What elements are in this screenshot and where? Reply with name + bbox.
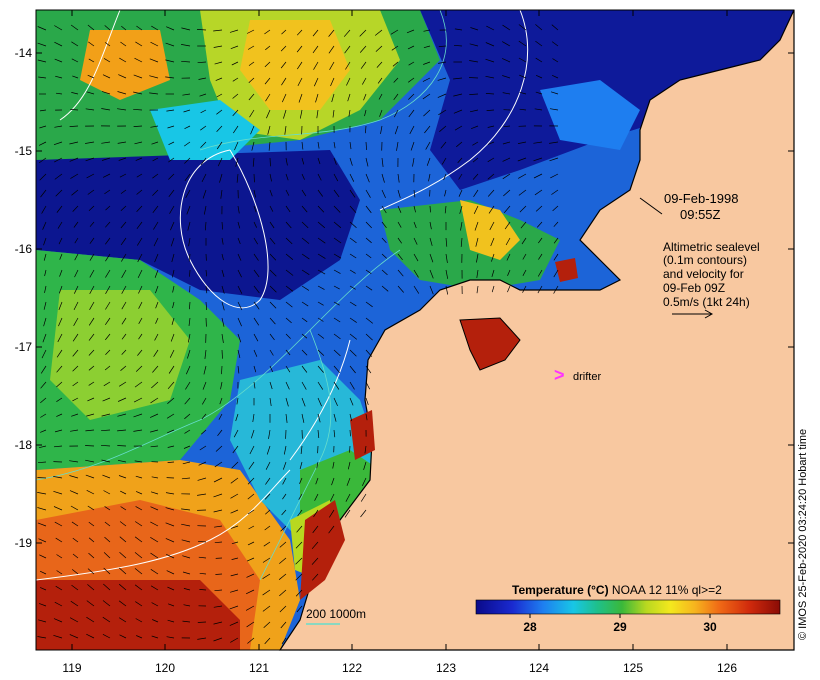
velocity-vector [85, 445, 95, 447]
legend-line: 09-Feb 09Z [663, 281, 726, 295]
lat-label: -17 [14, 340, 32, 354]
colorbar-title-source: NOAA 12 11% ql>=2 [608, 583, 722, 597]
lat-label: -16 [14, 242, 32, 256]
velocity-vector [117, 445, 127, 447]
lon-label: 119 [62, 661, 82, 675]
image-date: 09-Feb-1998 [664, 191, 739, 206]
lon-label: 122 [341, 661, 363, 675]
lon-label: 123 [435, 661, 457, 675]
credit-text: © IMOS 25-Feb-2020 03:24:20 Hobart time [797, 428, 809, 640]
velocity-vector [253, 173, 255, 183]
lat-label: -19 [14, 536, 32, 550]
lat-label: -15 [14, 144, 32, 158]
colorbar [475, 599, 781, 615]
velocity-vector [468, 77, 479, 79]
velocity-vector [349, 445, 351, 453]
image-time: 09:55Z [680, 207, 721, 222]
velocity-vector [189, 269, 191, 277]
drifter-label: drifter [573, 371, 602, 383]
lon-label: 120 [154, 661, 176, 675]
lon-label: 126 [716, 661, 738, 675]
isobath-scale-label: 200 1000m [306, 607, 367, 621]
velocity-vector [221, 365, 223, 375]
velocity-vector [269, 157, 271, 167]
lon-label: 121 [248, 661, 270, 675]
lat-label: -18 [14, 438, 32, 452]
colorbar-tick-label: 29 [613, 620, 627, 634]
velocity-vector [215, 573, 223, 575]
lon-label: 124 [528, 661, 550, 675]
legend-line: 0.5m/s (1kt 24h) [663, 295, 750, 309]
legend-line: (0.1m contours) [663, 253, 748, 267]
lat-label: -14 [14, 46, 32, 60]
velocity-vector [349, 429, 351, 437]
colorbar-title-main: Temperature (°C) [512, 583, 609, 597]
drifter-marker: > [554, 365, 565, 385]
velocity-vector [221, 349, 223, 359]
legend-line: and velocity for [663, 267, 744, 281]
colorbar-tick-label: 28 [523, 620, 537, 634]
velocity-vector [197, 621, 207, 623]
sst-map [35, 9, 795, 651]
velocity-vector [37, 477, 47, 479]
colorbar-tick-label: 30 [703, 620, 717, 634]
velocity-vector [429, 205, 431, 213]
colorbar-title: Temperature (°C) NOAA 12 11% ql>=2 [512, 583, 722, 597]
lon-label: 125 [622, 661, 644, 675]
